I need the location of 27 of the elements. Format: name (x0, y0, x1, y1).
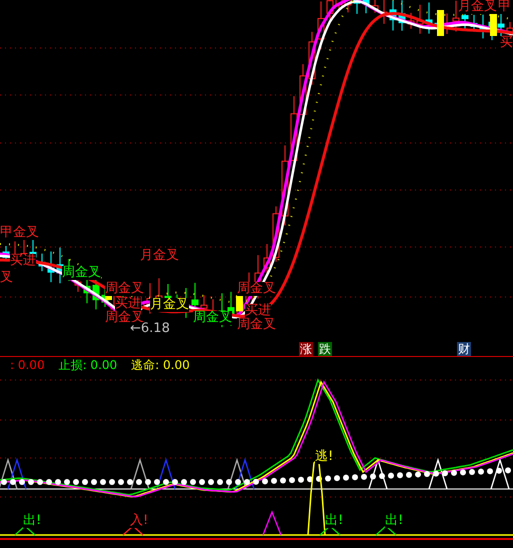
signal-label: 出! (325, 514, 344, 528)
signal-label: 买进 (245, 304, 271, 318)
indicator-value: 逃命: 0.00 (131, 358, 190, 372)
signal-tag[interactable]: 财 (457, 342, 471, 356)
indicator-value: 止损: 0.00 (58, 358, 118, 372)
signal-label: 出! (385, 514, 404, 528)
indicator-value: : 0.00 (10, 358, 45, 372)
signal-label: 周金叉 (237, 282, 276, 296)
signal-label: 周金叉 (62, 266, 101, 280)
signal-label: 月金叉 (150, 298, 189, 312)
signal-label: 入! (130, 514, 148, 528)
signal-tag[interactable]: 跌 (318, 342, 332, 356)
signal-label: 周金叉 (105, 311, 144, 325)
signal-label: 周金叉 (105, 282, 144, 296)
signal-tag[interactable]: 涨 (299, 342, 313, 356)
signal-label: 逃! (315, 450, 334, 464)
signal-label: 甲 (498, 0, 511, 14)
signal-label: 月金叉 (140, 249, 179, 263)
signal-bar (437, 10, 444, 36)
signal-label: 出! (23, 514, 42, 528)
signal-label: 周金叉 (193, 311, 232, 325)
signal-label: 甲金叉 (0, 226, 39, 240)
signal-bar (236, 295, 243, 312)
signal-label: 叉 (0, 271, 13, 285)
signal-label: 买进 (115, 297, 141, 311)
signal-label: 买进 (10, 254, 36, 268)
signal-label: 周金叉 (237, 318, 276, 332)
